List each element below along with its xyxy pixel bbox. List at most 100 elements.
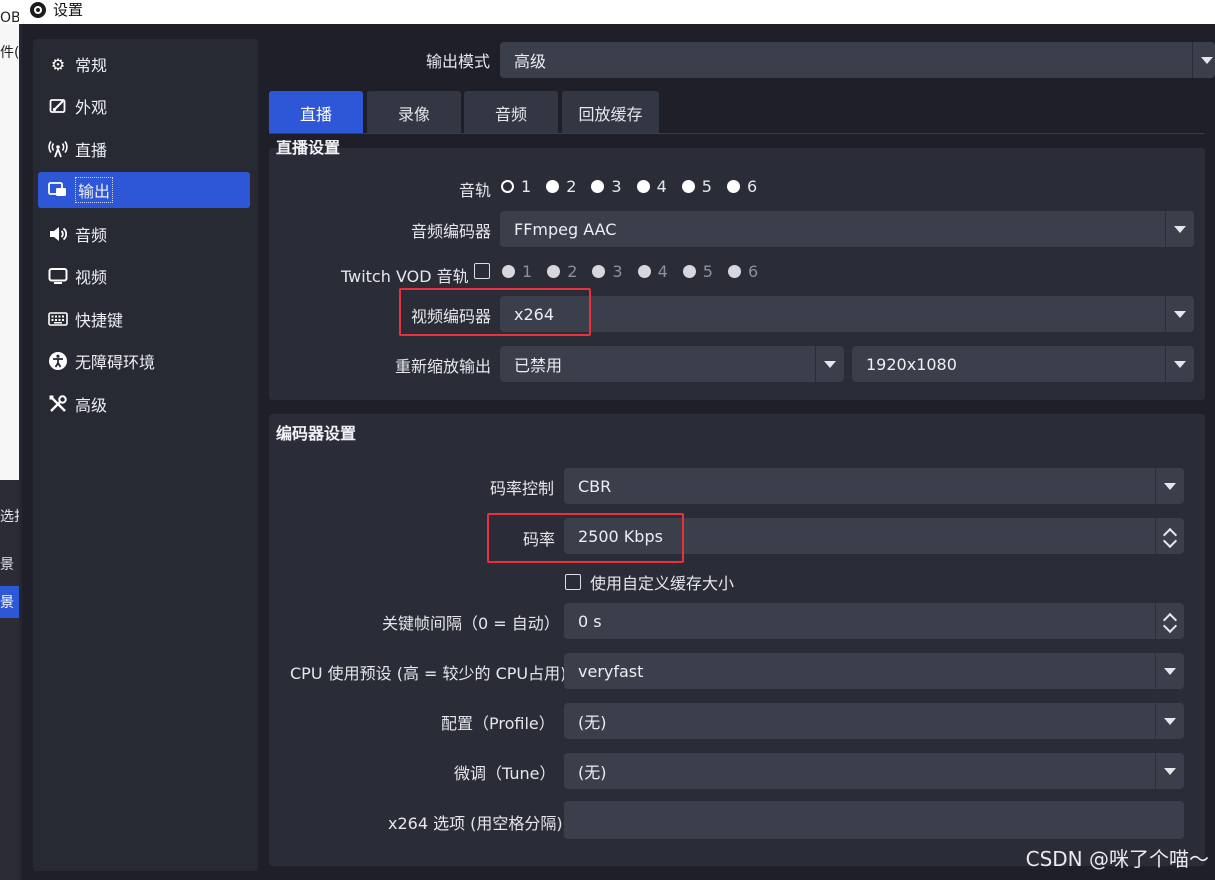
twitch-vod-label: Twitch VOD 音轨	[341, 267, 469, 286]
sidebar-item-label: 输出	[75, 177, 114, 203]
tab-stream[interactable]: 直播	[269, 91, 363, 134]
sidebar-item-appearance[interactable]: 外观	[38, 88, 250, 124]
video-encoder-select[interactable]: x264	[500, 296, 1194, 332]
twitch-vod-radio[interactable]: 1	[502, 262, 532, 281]
output-mode-value: 高级	[514, 52, 547, 71]
keyframe-value: 0 s	[578, 611, 602, 631]
audio-track-label: 音轨	[459, 181, 492, 200]
sidebar-item-label: 视频	[75, 268, 108, 287]
twitch-vod-checkbox[interactable]	[474, 263, 490, 279]
sidebar-item-audio[interactable]: 音频	[38, 216, 250, 252]
tab-replay-buffer[interactable]: 回放缓存	[562, 91, 659, 134]
tab-recording[interactable]: 录像	[367, 91, 461, 134]
tune-label: 微调（Tune）	[454, 764, 556, 783]
sidebar-item-label: 外观	[75, 98, 108, 117]
twitch-vod-radio[interactable]: 4	[637, 262, 668, 281]
rate-control-value: CBR	[578, 476, 612, 496]
bg-fragment: OB	[0, 10, 19, 26]
chevron-down-icon	[1165, 211, 1194, 247]
monitor-icon	[48, 266, 68, 286]
rate-control-label: 码率控制	[490, 479, 555, 498]
chevron-down-icon	[815, 346, 844, 382]
custom-buffer-label: 使用自定义缓存大小	[590, 574, 735, 593]
cpu-preset-select[interactable]: veryfast	[564, 653, 1184, 689]
twitch-vod-radio[interactable]: 3	[592, 262, 623, 281]
background-window: OB 件(F 选扫 景 景	[0, 10, 22, 880]
custom-buffer-checkbox[interactable]	[565, 574, 581, 590]
cpu-preset-value: veryfast	[578, 661, 644, 681]
sidebar-item-video[interactable]: 视频	[38, 258, 250, 294]
sidebar-item-label: 常规	[75, 56, 108, 75]
sidebar-item-stream[interactable]: 直播	[38, 131, 250, 167]
bg-fragment: 件(F	[0, 45, 19, 61]
chevron-down-icon	[1165, 296, 1194, 332]
tune-select[interactable]: (无)	[564, 753, 1184, 789]
bg-fragment: 景	[0, 557, 14, 573]
chevron-down-icon	[1155, 703, 1184, 739]
sidebar-item-general[interactable]: ⚙ 常规	[38, 46, 250, 82]
sidebar-item-label: 快捷键	[75, 311, 124, 330]
sidebar-item-label: 直播	[75, 141, 108, 160]
settings-sidebar: ⚙ 常规 外观 直播 输出 音频 视频 快捷键 无障碍环境 高级	[33, 39, 258, 871]
audio-track-radios: 1 2 3 4 5 6	[501, 177, 772, 196]
profile-value: (无)	[578, 713, 607, 732]
bg-fragment: 景	[0, 595, 14, 611]
sidebar-item-hotkeys[interactable]: 快捷键	[38, 301, 250, 337]
x264-options-label: x264 选项 (用空格分隔)	[388, 814, 563, 833]
twitch-vod-radios: 1 2 3 4 5 6	[502, 262, 773, 281]
keyframe-spinbox[interactable]: 0 s	[564, 603, 1184, 639]
sidebar-item-label: 高级	[75, 396, 108, 415]
twitch-vod-radio[interactable]: 2	[547, 262, 577, 281]
audio-track-radio[interactable]: 6	[726, 177, 757, 196]
title-bar: 设置	[0, 0, 1215, 24]
settings-main: 输出模式 高级 直播 录像 音频 回放缓存 直播设置 音轨 1 2 3 4 5 …	[258, 24, 1215, 880]
output-mode-label: 输出模式	[426, 52, 491, 71]
highlight-box	[487, 513, 684, 563]
broadcast-icon	[48, 139, 68, 159]
chevron-down-icon	[1155, 653, 1184, 689]
rescale-resolution-select[interactable]: 1920x1080	[852, 346, 1194, 382]
appearance-icon	[48, 96, 68, 116]
output-icon	[48, 180, 68, 200]
gear-icon: ⚙	[50, 54, 66, 74]
output-mode-select[interactable]: 高级	[500, 42, 1215, 78]
keyframe-label: 关键帧间隔（0 = 自动）	[382, 614, 560, 633]
sidebar-item-label: 无障碍环境	[75, 353, 156, 372]
audio-track-radio[interactable]: 5	[681, 177, 712, 196]
profile-select[interactable]: (无)	[564, 703, 1184, 739]
rescale-select[interactable]: 已禁用	[500, 346, 844, 382]
custom-buffer-row[interactable]: 使用自定义缓存大小	[565, 570, 734, 594]
sidebar-item-output[interactable]: 输出	[38, 172, 250, 208]
audio-encoder-select[interactable]: FFmpeg AAC	[500, 211, 1194, 247]
twitch-vod-radio[interactable]: 5	[682, 262, 713, 281]
spin-arrows-icon[interactable]	[1155, 518, 1184, 554]
highlight-box	[399, 288, 591, 336]
audio-track-radio[interactable]: 2	[546, 177, 576, 196]
rate-control-select[interactable]: CBR	[564, 468, 1184, 504]
tab-audio[interactable]: 音频	[464, 91, 558, 134]
encoder-settings-title: 编码器设置	[276, 424, 357, 443]
speaker-icon	[48, 224, 68, 244]
chevron-down-icon	[1165, 346, 1194, 382]
cpu-preset-label: CPU 使用预设 (高 = 较少的 CPU占用)	[290, 664, 567, 683]
tools-icon	[48, 394, 68, 414]
audio-track-radio[interactable]: 1	[501, 177, 531, 196]
keyboard-icon	[48, 309, 68, 329]
tune-value: (无)	[578, 763, 607, 782]
rescale-label: 重新缩放输出	[395, 357, 492, 376]
sidebar-item-accessibility[interactable]: 无障碍环境	[38, 343, 250, 379]
audio-track-radio[interactable]: 4	[636, 177, 667, 196]
spin-arrows-icon[interactable]	[1155, 603, 1184, 639]
sidebar-item-advanced[interactable]: 高级	[38, 386, 250, 422]
twitch-vod-radio[interactable]: 6	[727, 262, 758, 281]
rescale-value: 已禁用	[514, 356, 563, 375]
x264-options-input[interactable]	[564, 801, 1184, 839]
audio-encoder-value: FFmpeg AAC	[514, 219, 617, 239]
accessibility-icon	[48, 351, 68, 371]
profile-label: 配置（Profile）	[441, 714, 555, 733]
chevron-down-icon	[1155, 753, 1184, 789]
obs-logo-icon	[30, 2, 46, 18]
sidebar-item-label: 音频	[75, 226, 108, 245]
chevron-down-icon	[1155, 468, 1184, 504]
audio-track-radio[interactable]: 3	[591, 177, 622, 196]
